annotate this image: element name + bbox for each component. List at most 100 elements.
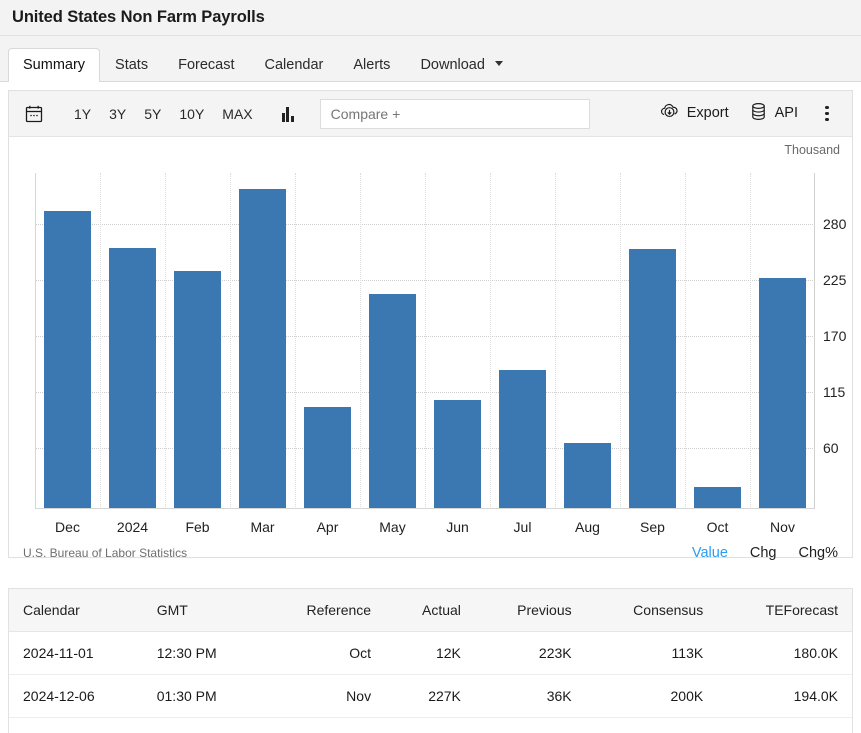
col-gmt[interactable]: GMT [143,589,261,632]
chart-bar[interactable] [434,400,481,509]
chart-bar[interactable] [174,271,221,509]
chart-bar[interactable] [304,407,351,509]
range-5y[interactable]: 5Y [135,103,170,125]
table-cell: 12:30 PM [143,632,261,675]
chart-bar-cell[interactable] [35,173,100,509]
chart-bar-cell[interactable] [555,173,620,509]
y-tick-label: 60 [823,440,839,456]
x-tick-label: Feb [165,519,230,535]
calendar-table: Calendar GMT Reference Actual Previous C… [9,589,852,733]
y-tick-label: 280 [823,216,846,232]
col-reference[interactable]: Reference [261,589,385,632]
mode-chgpct[interactable]: Chg% [799,545,839,561]
table-row[interactable]: 2024-11-0112:30 PMOct12K223K113K180.0K [9,632,852,675]
chart-source-label: U.S. Bureau of Labor Statistics [23,546,187,560]
chart-bar-cell[interactable] [230,173,295,509]
tab-forecast[interactable]: Forecast [163,48,249,83]
range-1y[interactable]: 1Y [65,103,100,125]
chart-bar[interactable] [44,211,91,509]
x-tick-label: May [360,519,425,535]
bar-chart-icon[interactable] [282,106,294,122]
chart-x-axis-line [35,508,815,509]
compare-input[interactable] [320,99,590,129]
table-cell: 194.0K [717,675,852,718]
main-tabstrip: Summary Stats Forecast Calendar Alerts D… [0,36,861,82]
chart-y-tick-labels: 60115170225280 [815,173,861,509]
table-cell: 2024-11-01 [9,632,143,675]
table-row[interactable]: 2025-01-1001:30 PMDec227K160K200K [9,718,852,733]
table-row[interactable]: 2024-12-0601:30 PMNov227K36K200K194.0K [9,675,852,718]
table-cell: 200K [717,718,852,733]
col-previous[interactable]: Previous [475,589,586,632]
tab-stats-label: Stats [115,57,148,73]
range-max[interactable]: MAX [213,103,261,125]
api-button[interactable]: API [739,96,808,131]
table-cell: Dec [261,718,385,733]
table-cell: 227K [475,718,586,733]
table-cell: 36K [475,675,586,718]
page-title: United States Non Farm Payrolls [12,8,265,27]
chart-bar-cell[interactable] [425,173,490,509]
range-3y[interactable]: 3Y [100,103,135,125]
chart-bar-cell[interactable] [620,173,685,509]
col-actual[interactable]: Actual [385,589,475,632]
table-cell: 113K [586,632,718,675]
mode-value[interactable]: Value [692,545,728,561]
chart-bar[interactable] [499,370,546,509]
calendar-icon[interactable] [21,101,47,127]
tab-alerts[interactable]: Alerts [338,48,405,83]
chart-footer: U.S. Bureau of Labor Statistics Value Ch… [9,545,852,561]
table-cell: 2024-12-06 [9,675,143,718]
col-calendar[interactable]: Calendar [9,589,143,632]
table-cell: 200K [586,675,718,718]
tab-download[interactable]: Download [405,48,518,83]
chart-bar-cell[interactable] [100,173,165,509]
export-button[interactable]: Export [649,96,739,131]
x-tick-label: Apr [295,519,360,535]
tab-calendar[interactable]: Calendar [250,48,339,83]
chart-bar[interactable] [239,189,286,509]
x-tick-label: Mar [230,519,295,535]
range-10y[interactable]: 10Y [170,103,213,125]
chart-y-axis-line [35,173,36,509]
chart-panel: 1Y 3Y 5Y 10Y MAX Export [8,90,853,558]
chart-bar-cell[interactable] [360,173,425,509]
chart-plot-area [35,173,815,509]
chart-bar[interactable] [629,249,676,509]
api-label: API [775,106,798,121]
cloud-download-icon [659,101,680,126]
table-body: 2024-11-0112:30 PMOct12K223K113K180.0K20… [9,632,852,733]
x-tick-label: Jun [425,519,490,535]
chart-bar[interactable] [564,443,611,509]
table-cell: 223K [475,632,586,675]
chart-bar-cell[interactable] [750,173,815,509]
chart-bar[interactable] [694,487,741,509]
tab-download-label: Download [420,57,485,73]
chart-bar[interactable] [109,248,156,509]
chart-mode-selector: Value Chg Chg% [692,545,838,561]
chart-bar-cell[interactable] [490,173,555,509]
col-consensus[interactable]: Consensus [586,589,718,632]
chart-bar-cell[interactable] [685,173,750,509]
range-selector: 1Y 3Y 5Y 10Y MAX [65,103,262,125]
calendar-table-wrapper: Calendar GMT Reference Actual Previous C… [8,588,853,733]
table-cell: Nov [261,675,385,718]
tab-summary[interactable]: Summary [8,48,100,83]
table-cell: 160K [586,718,718,733]
chevron-down-icon [495,61,503,66]
table-header-row: Calendar GMT Reference Actual Previous C… [9,589,852,632]
export-label: Export [687,106,729,121]
chart-bar-cell[interactable] [295,173,360,509]
col-teforecast[interactable]: TEForecast [717,589,852,632]
x-tick-label: Jul [490,519,555,535]
kebab-menu-icon[interactable] [814,101,840,127]
table-cell: 227K [385,675,475,718]
mode-chg[interactable]: Chg [750,545,777,561]
tab-stats[interactable]: Stats [100,48,163,83]
table-cell: 180.0K [717,632,852,675]
chart-bar[interactable] [759,278,806,509]
window-titlebar: United States Non Farm Payrolls [0,0,861,36]
x-tick-label: Aug [555,519,620,535]
chart-bar-cell[interactable] [165,173,230,509]
chart-bar[interactable] [369,294,416,509]
